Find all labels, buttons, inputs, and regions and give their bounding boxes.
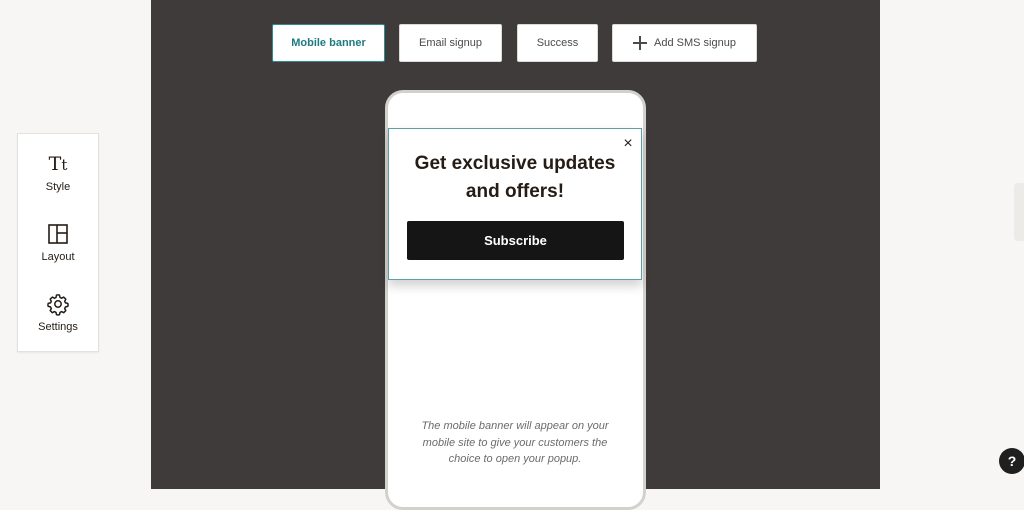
close-icon[interactable]: ×: [621, 136, 635, 152]
settings-tool-label: Settings: [38, 321, 78, 333]
layout-icon: [48, 224, 68, 244]
text-style-icon: Tt: [48, 153, 68, 175]
layout-tool-button[interactable]: Layout: [18, 222, 98, 282]
help-button[interactable]: ?: [999, 448, 1024, 474]
add-sms-signup-label: Add SMS signup: [654, 37, 736, 49]
add-sms-signup-button[interactable]: Add SMS signup: [612, 24, 757, 62]
tab-success[interactable]: Success: [517, 24, 598, 62]
tab-email-signup-label: Email signup: [419, 37, 482, 49]
tool-panel: Tt Style Layout Settings: [17, 133, 99, 352]
tab-mobile-banner[interactable]: Mobile banner: [272, 24, 385, 62]
layout-tool-label: Layout: [41, 251, 75, 263]
mobile-banner-note: The mobile banner will appear on your mo…: [421, 420, 609, 465]
banner-headline: Get exclusive updates and offers!: [414, 153, 616, 202]
mobile-banner-preview[interactable]: × Get exclusive updates and offers! Subs…: [388, 128, 642, 280]
tab-mobile-banner-label: Mobile banner: [291, 37, 366, 49]
subscribe-button[interactable]: Subscribe: [407, 221, 624, 260]
style-tool-label: Style: [45, 181, 71, 193]
side-panel-handle[interactable]: [1014, 183, 1024, 241]
tab-email-signup[interactable]: Email signup: [399, 24, 502, 62]
gear-icon: [47, 294, 69, 316]
style-tool-button[interactable]: Tt Style: [18, 152, 98, 212]
settings-tool-button[interactable]: Settings: [18, 292, 98, 352]
tab-success-label: Success: [536, 37, 579, 49]
plus-icon: [633, 36, 648, 50]
